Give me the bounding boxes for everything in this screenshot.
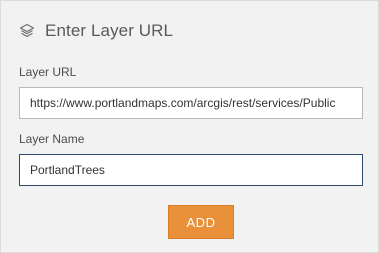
panel-title: Enter Layer URL — [45, 21, 174, 40]
add-button[interactable]: ADD — [168, 205, 234, 239]
layer-name-label: Layer Name — [19, 132, 85, 146]
add-layer-panel: Enter Layer URL Layer URL Layer Name ADD — [0, 0, 379, 253]
panel-header: Enter Layer URL — [19, 20, 173, 42]
layer-url-label: Layer URL — [19, 65, 77, 79]
layers-icon — [19, 23, 35, 39]
layer-name-input[interactable] — [19, 154, 363, 186]
layer-url-input[interactable] — [19, 87, 363, 119]
